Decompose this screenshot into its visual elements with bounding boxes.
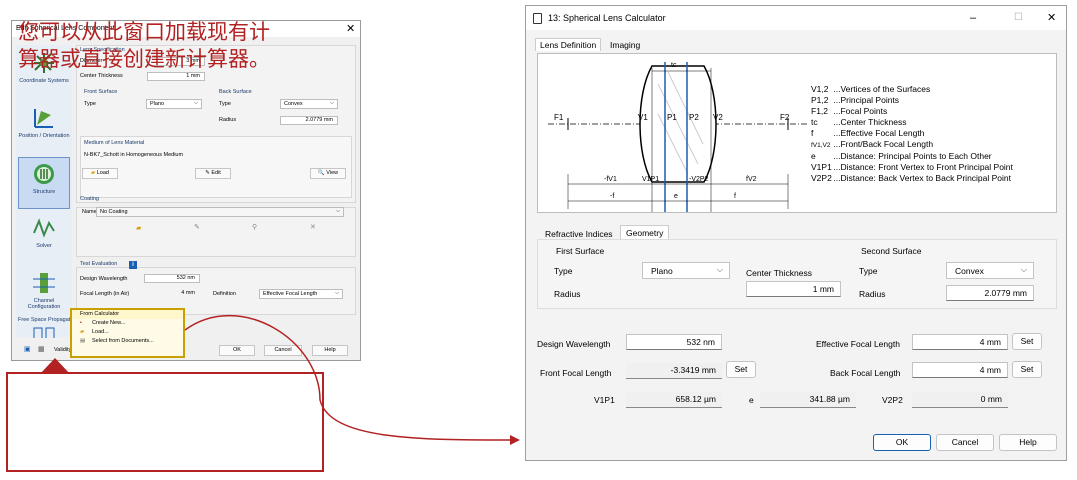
- effective-focal-input[interactable]: 4 mm: [912, 334, 1008, 350]
- close-icon[interactable]: ✕: [1047, 6, 1056, 30]
- window-title: 13: Spherical Lens Calculator: [548, 13, 666, 23]
- tc-label: tc: [671, 62, 677, 69]
- ok-button[interactable]: OK: [873, 434, 931, 451]
- v1-label: V1: [638, 113, 648, 122]
- calculator-icon: [533, 13, 542, 24]
- fv2-label: fV2: [746, 176, 757, 183]
- f1-label: F1: [554, 113, 564, 122]
- v2p2-value: 0 mm: [912, 392, 1008, 408]
- legend-row: V1P1 ...Distance: Front Vertex to Front …: [811, 162, 1013, 172]
- set-effective-focal-button[interactable]: Set: [1012, 333, 1042, 350]
- legend-row: e ...Distance: Principal Points to Each …: [811, 151, 992, 161]
- back-focal-input[interactable]: 4 mm: [912, 362, 1008, 378]
- set-back-focal-button[interactable]: Set: [1012, 361, 1042, 378]
- v1p1-label: V1P1: [594, 395, 615, 405]
- e-value: 341.88 µm: [760, 392, 856, 408]
- p2-label: P2: [689, 113, 699, 122]
- legend-row: V2P2 ...Distance: Back Vertex to Back Pr…: [811, 173, 1012, 183]
- tab-geometry[interactable]: Geometry: [620, 225, 670, 240]
- second-surface-heading: Second Surface: [859, 246, 924, 256]
- neg-f-label: -f: [610, 193, 614, 200]
- v2p2-label: -V2P2: [689, 176, 709, 183]
- minimize-icon[interactable]: –: [970, 6, 976, 30]
- second-radius-input[interactable]: 2.0779 mm: [946, 285, 1034, 301]
- center-thickness-label: Center Thickness: [746, 268, 812, 278]
- second-type-label: Type: [859, 266, 878, 276]
- v1p1-value: 658.12 µm: [626, 392, 722, 408]
- back-focal-label: Back Focal Length: [830, 368, 901, 378]
- design-wavelength-label: Design Wavelength: [537, 339, 611, 349]
- legend-row: F1,2 ...Focal Points: [811, 106, 888, 116]
- second-radius-label: Radius: [859, 289, 886, 299]
- lens-calculator-window: 13: Spherical Lens Calculator – ☐ ✕ Lens…: [525, 5, 1067, 461]
- second-type-select[interactable]: Convex: [946, 262, 1034, 279]
- tab-imaging[interactable]: Imaging: [608, 39, 642, 51]
- legend-row: V1,2 ...Vertices of the Surfaces: [811, 84, 931, 94]
- legend: V1,2 ...Vertices of the Surfaces P1,2 ..…: [811, 84, 1013, 184]
- legend-row: f ...Effective Focal Length: [811, 128, 925, 138]
- maximize-icon[interactable]: ☐: [1014, 6, 1023, 30]
- window-titlebar: 13: Spherical Lens Calculator – ☐ ✕: [526, 6, 1066, 30]
- fv1-label: -fV1: [604, 176, 617, 183]
- e-label: e: [749, 395, 754, 405]
- e-label: e: [674, 193, 678, 200]
- set-front-focal-button[interactable]: Set: [726, 361, 756, 378]
- tab-refractive-indices[interactable]: Refractive Indices: [545, 229, 613, 239]
- effective-focal-label: Effective Focal Length: [816, 339, 900, 349]
- legend-row: P1,2 ...Principal Points: [811, 95, 900, 105]
- v1p1-label: V1P1: [642, 176, 659, 183]
- v2-label: V2: [713, 113, 723, 122]
- cancel-button[interactable]: Cancel: [936, 434, 994, 451]
- f2-label: F2: [780, 113, 790, 122]
- legend-row: tc ...Center Thickness: [811, 117, 907, 127]
- center-thickness-input[interactable]: 1 mm: [746, 281, 841, 297]
- first-radius-label: Radius: [554, 289, 581, 299]
- f-label: f: [734, 193, 736, 200]
- first-type-select[interactable]: Plano: [642, 262, 730, 279]
- legend-row: fV1,V2 ...Front/Back Focal Length: [811, 139, 934, 149]
- help-button[interactable]: Help: [999, 434, 1057, 451]
- tab-lens-definition[interactable]: Lens Definition: [535, 38, 602, 51]
- front-focal-value: -3.3419 mm: [626, 363, 722, 379]
- v2p2-label: V2P2: [882, 395, 903, 405]
- lens-diagram-panel: tc F1 F2 V1 P1 P2 V2 -fV1 V1P1 -V2P2 fV2…: [537, 53, 1057, 213]
- design-wavelength-input[interactable]: 532 nm: [626, 334, 722, 350]
- p1-label: P1: [667, 113, 677, 122]
- front-focal-label: Front Focal Length: [540, 368, 612, 378]
- first-surface-heading: First Surface: [554, 246, 607, 256]
- first-type-label: Type: [554, 266, 573, 276]
